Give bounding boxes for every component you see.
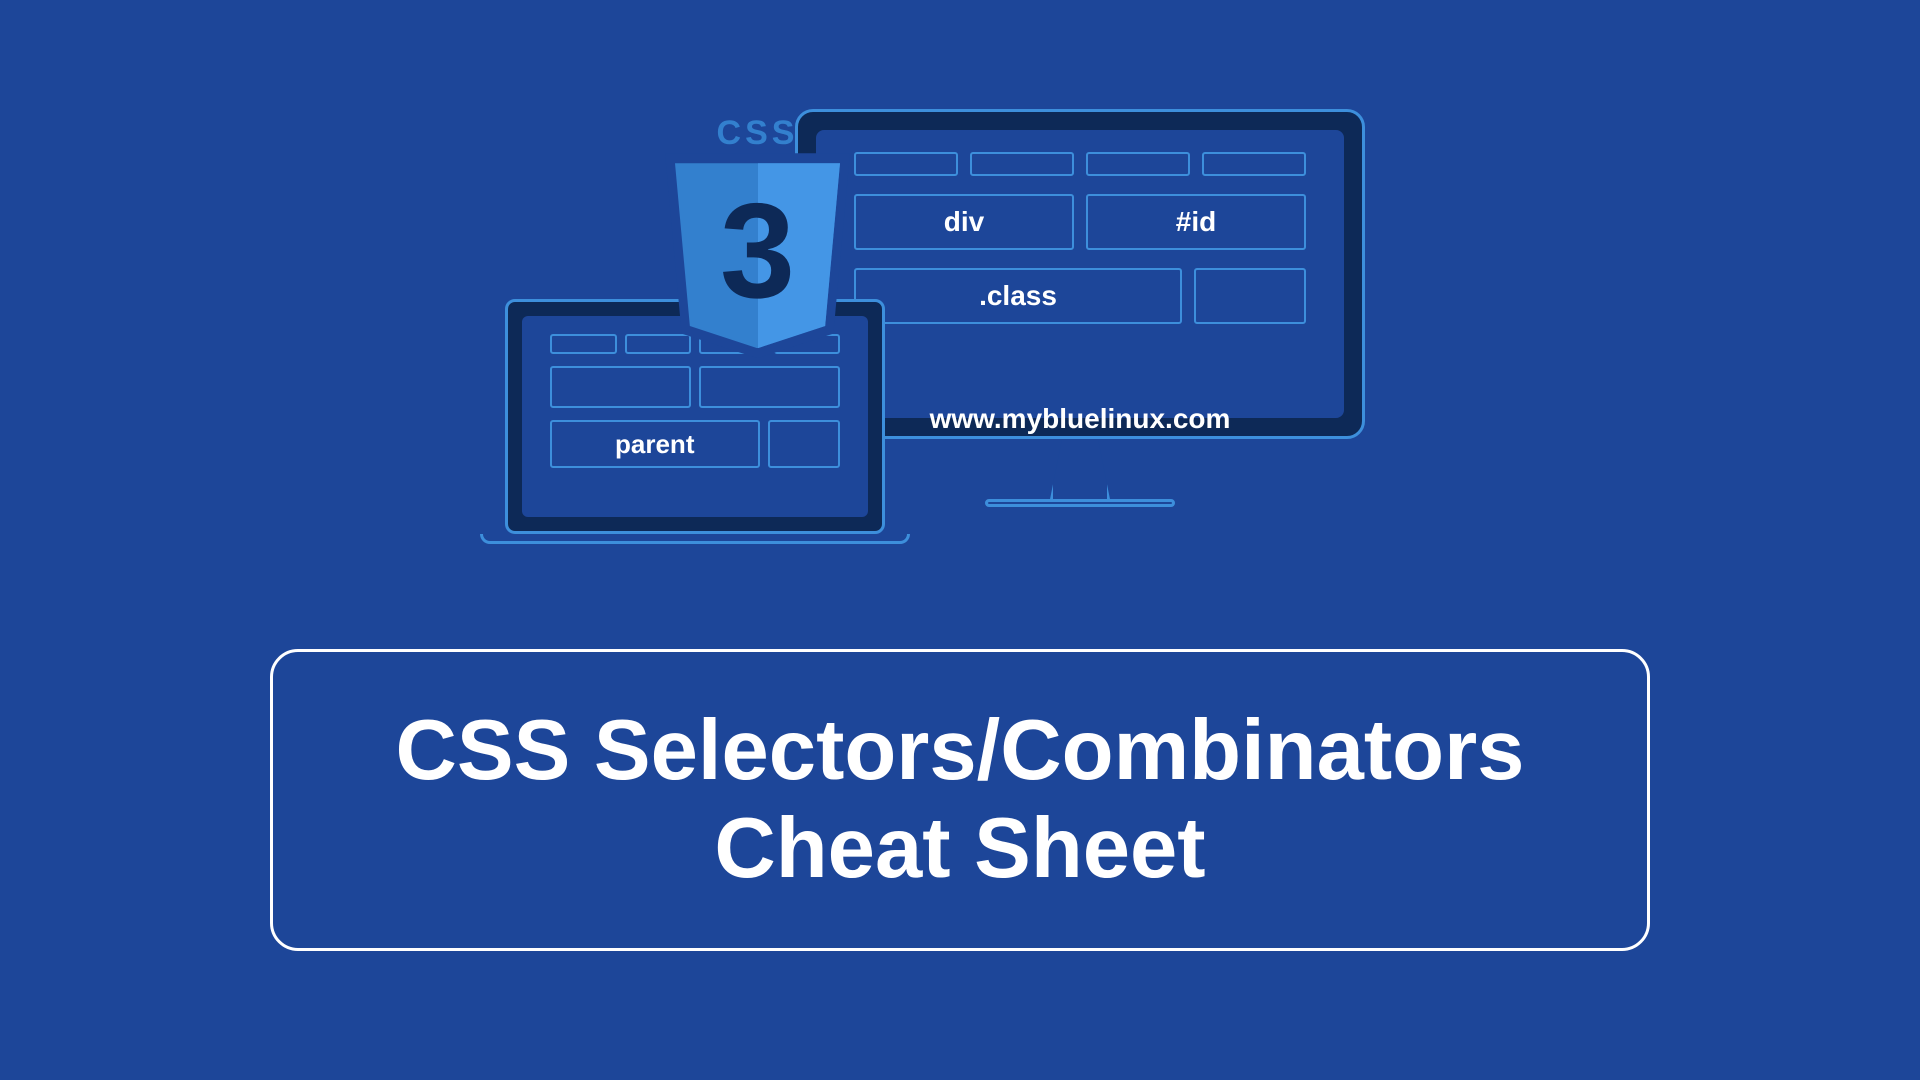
monitor-stand [1050,439,1110,499]
wire-box [1202,152,1306,176]
wire-box [1194,268,1306,324]
wire-box [550,366,691,408]
hero-illustration: CSS 3 div #id .class [510,109,1410,579]
css3-logo: CSS 3 [665,114,850,358]
wire-box [768,420,841,468]
div-box: div [854,194,1074,250]
laptop-base [480,534,910,544]
wire-box [699,366,840,408]
css-label: CSS [665,114,850,153]
shield-icon: 3 [665,153,850,358]
parent-box: parent [550,420,760,468]
title-container: CSS Selectors/Combinators Cheat Sheet [270,649,1650,951]
version-number: 3 [720,183,795,318]
wire-box [1086,152,1190,176]
page-title: CSS Selectors/Combinators Cheat Sheet [333,702,1587,898]
wire-box [854,152,958,176]
website-url: www.mybluelinux.com [930,403,1231,435]
id-box: #id [1086,194,1306,250]
wire-box [550,334,617,354]
monitor-base [985,499,1175,507]
wire-box [970,152,1074,176]
